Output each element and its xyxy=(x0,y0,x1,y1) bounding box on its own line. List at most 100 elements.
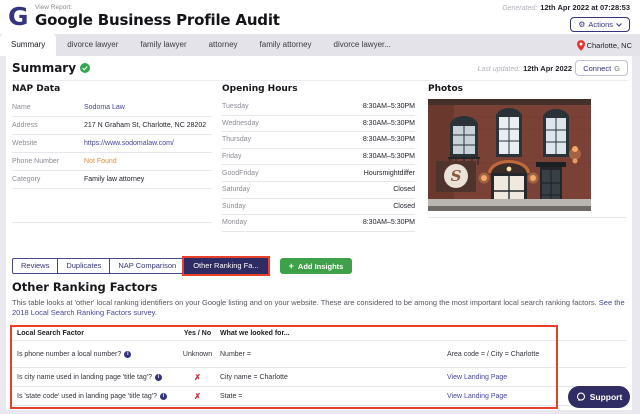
report-tab-bar: Summary divorce lawyer family lawyer att… xyxy=(0,34,640,56)
local-search-factors-table: Local Search Factor Yes / No What we loo… xyxy=(10,326,626,406)
hours-value: 8:30AM–5:30PM xyxy=(363,120,415,127)
hours-value: 8:30AM–5:30PM xyxy=(363,219,415,226)
nap-label: Phone Number xyxy=(12,158,84,165)
support-button[interactable]: Support xyxy=(568,386,630,408)
connect-google-button[interactable]: Connect G xyxy=(575,60,628,76)
photos-heading: Photos xyxy=(428,84,626,94)
nap-label: Category xyxy=(12,176,84,183)
hours-day: Monday xyxy=(222,219,363,226)
support-button-label: Support xyxy=(590,392,623,402)
table-row: Is phone number a local number?i Unknown… xyxy=(10,341,626,368)
hours-value: Closed xyxy=(393,186,415,193)
add-insights-button[interactable]: + Add Insights xyxy=(280,258,353,274)
nap-row-name: Name Sodoma Law xyxy=(12,99,212,117)
tab-attorney[interactable]: attorney xyxy=(198,34,249,56)
actions-button[interactable]: ⚙ Actions xyxy=(570,17,630,32)
hours-day: Tuesday xyxy=(222,103,363,110)
chat-bubble-icon xyxy=(576,392,586,402)
nap-label: Name xyxy=(12,104,84,111)
google-g-icon: G xyxy=(614,64,620,73)
brand-g-logo-icon: G xyxy=(8,2,29,32)
nap-row-phone: Phone Number Not Found xyxy=(12,153,212,171)
summary-heading: Summary xyxy=(12,61,76,75)
table-row: Is 'state code' used in landing page 'ti… xyxy=(10,387,626,406)
verified-badge-icon xyxy=(80,63,90,73)
info-icon[interactable]: i xyxy=(155,374,162,381)
column-header-looked-for: What we looked for... xyxy=(220,330,435,337)
tab-family-lawyer[interactable]: family lawyer xyxy=(129,34,197,56)
nap-data-heading: NAP Data xyxy=(12,84,212,94)
view-landing-page-link[interactable]: View Landing Page xyxy=(435,374,626,381)
other-ranking-factors-description: This table looks at 'other' local rankin… xyxy=(12,298,626,318)
hours-day: GoodFriday xyxy=(222,170,364,177)
top-bar: G View Report: Google Business Profile A… xyxy=(0,0,640,34)
add-insights-label: Add Insights xyxy=(298,262,343,271)
hours-row: GoodFridayHoursmightdiffer xyxy=(222,165,415,182)
hours-value: 8:30AM–5:30PM xyxy=(363,103,415,110)
looked-for-value: City name = Charlotte xyxy=(220,374,435,381)
photos-section: Photos xyxy=(428,84,626,218)
hours-value: Closed xyxy=(393,203,415,210)
cross-mark-icon: ✗ xyxy=(175,392,220,401)
view-report-label: View Report: xyxy=(35,4,72,11)
info-icon[interactable]: i xyxy=(160,393,167,400)
hours-row: Tuesday8:30AM–5:30PM xyxy=(222,99,415,116)
subtab-duplicates[interactable]: Duplicates xyxy=(57,258,110,274)
business-category: Family law attorney xyxy=(84,176,212,183)
hours-day: Wednesday xyxy=(222,120,363,127)
nap-data-section: NAP Data Name Sodoma Law Address 217 N G… xyxy=(12,84,212,223)
looked-for-value: State = xyxy=(220,393,435,400)
phone-not-found-value: Not Found xyxy=(84,158,212,165)
insight-tabs: Reviews Duplicates NAP Comparison Other … xyxy=(12,258,352,274)
tab-divorce-lawyer-2[interactable]: divorce lawyer... xyxy=(323,34,402,56)
other-ranking-factors-heading: Other Ranking Factors xyxy=(12,280,157,294)
tab-family-attorney[interactable]: family attorney xyxy=(249,34,323,56)
last-updated-label: Last updated: xyxy=(478,66,520,73)
location-label: Charlotte, NC xyxy=(587,41,632,50)
location-selector[interactable]: Charlotte, NC xyxy=(577,34,632,56)
page-title: Google Business Profile Audit xyxy=(35,11,280,29)
nap-section-bottom-rule xyxy=(12,189,212,223)
table-row: Is city name used in landing page 'title… xyxy=(10,368,626,387)
hours-day: Friday xyxy=(222,153,363,160)
chevron-down-icon xyxy=(616,23,622,27)
hours-value: Hoursmightdiffer xyxy=(364,170,415,177)
hours-day: Thursday xyxy=(222,136,363,143)
opening-hours-section: Opening Hours Tuesday8:30AM–5:30PM Wedne… xyxy=(222,84,415,232)
hours-day: Saturday xyxy=(222,186,393,193)
summary-heading-row: Summary xyxy=(12,61,90,75)
hours-row: Monday8:30AM–5:30PM xyxy=(222,215,415,232)
nap-label: Address xyxy=(12,122,84,129)
nap-row-category: Category Family law attorney xyxy=(12,171,212,189)
factor-label: Is 'state code' used in landing page 'ti… xyxy=(17,393,157,400)
hours-day: Sunday xyxy=(222,203,393,210)
gear-icon: ⚙ xyxy=(578,21,585,29)
column-header-factor: Local Search Factor xyxy=(10,330,175,337)
nap-label: Website xyxy=(12,140,84,147)
last-updated: Last updated:12th Apr 2022 xyxy=(478,64,572,73)
business-address: 217 N Graham St, Charlotte, NC 28202 xyxy=(84,122,212,129)
nap-row-address: Address 217 N Graham St, Charlotte, NC 2… xyxy=(12,117,212,135)
column-header-yes-no: Yes / No xyxy=(175,330,220,337)
table-header-row: Local Search Factor Yes / No What we loo… xyxy=(10,326,626,341)
business-photo[interactable]: S xyxy=(428,99,591,211)
detail-value: Area code = / City = Charlotte xyxy=(435,351,626,358)
tab-divorce-lawyer[interactable]: divorce lawyer xyxy=(56,34,129,56)
description-text: This table looks at 'other' local rankin… xyxy=(12,298,599,307)
business-name-link[interactable]: Sodoma Law xyxy=(84,104,212,111)
nap-row-website: Website https://www.sodomalaw.com/ xyxy=(12,135,212,153)
subtab-other-ranking-factors[interactable]: Other Ranking Fa... xyxy=(184,258,267,274)
looked-for-value: Number = xyxy=(220,351,435,358)
hours-row: SaturdayClosed xyxy=(222,182,415,199)
subtab-nap-comparison[interactable]: NAP Comparison xyxy=(109,258,185,274)
info-icon[interactable]: i xyxy=(124,351,131,358)
subtab-reviews[interactable]: Reviews xyxy=(12,258,58,274)
business-website-link[interactable]: https://www.sodomalaw.com/ xyxy=(84,140,212,147)
cross-mark-icon: ✗ xyxy=(175,373,220,382)
tab-summary[interactable]: Summary xyxy=(0,34,56,56)
generated-label: Generated: xyxy=(502,5,537,12)
factor-label: Is phone number a local number? xyxy=(17,351,121,358)
connect-button-label: Connect xyxy=(583,64,611,73)
location-pin-icon xyxy=(577,40,585,51)
hours-value: 8:30AM–5:30PM xyxy=(363,153,415,160)
